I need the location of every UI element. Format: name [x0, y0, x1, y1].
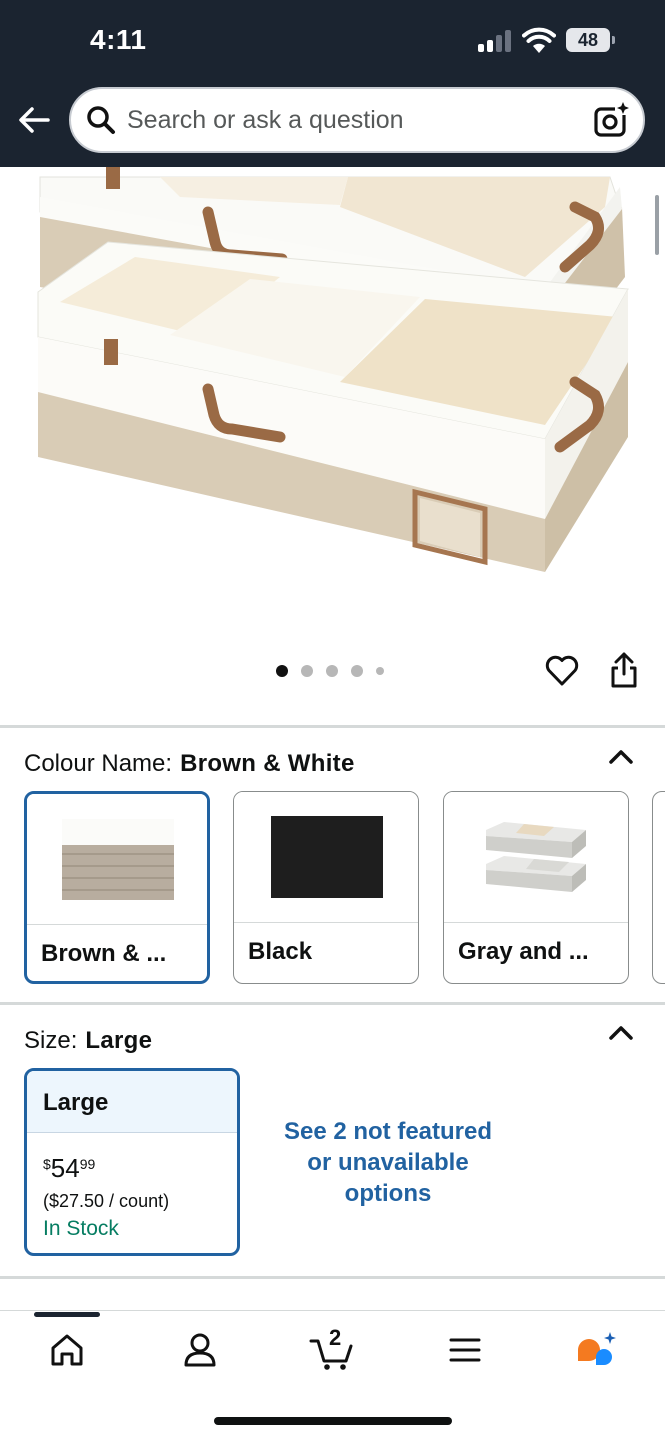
colour-option-label: Brown & ... — [41, 940, 167, 967]
size-heading: Size: Large — [24, 1027, 152, 1055]
active-tab-indicator — [34, 1312, 100, 1317]
colour-option-brown-white[interactable]: Brown & ... — [24, 791, 210, 984]
section-divider — [0, 725, 665, 728]
size-option-name: Large — [27, 1071, 237, 1133]
home-indicator — [214, 1417, 452, 1425]
colour-option-black[interactable]: Black — [233, 791, 419, 984]
cart-count-badge: 2 — [329, 1325, 342, 1350]
top-bar: 4:11 48 — [0, 0, 665, 167]
carousel-dot[interactable] — [326, 665, 338, 677]
colour-option-label: Black — [248, 938, 313, 965]
brown-white-thumbnail — [27, 794, 207, 924]
camera-search-icon[interactable] — [593, 101, 631, 139]
gray-thumbnail — [444, 792, 628, 922]
colour-option-label: Gray and ... — [458, 938, 589, 965]
search-bar[interactable] — [69, 87, 645, 153]
carousel-dot[interactable] — [376, 667, 384, 675]
home-icon[interactable] — [45, 1328, 89, 1372]
carousel-dot[interactable] — [276, 665, 288, 677]
cart-button[interactable]: 2 — [308, 1325, 358, 1372]
share-icon[interactable] — [606, 650, 642, 690]
black-thumbnail — [234, 792, 418, 922]
rufus-ai-icon[interactable] — [574, 1328, 618, 1372]
see-unavailable-options-link[interactable]: See 2 not featured or unavailable options — [268, 1116, 508, 1209]
section-divider — [0, 1002, 665, 1005]
product-image[interactable] — [0, 167, 665, 637]
colour-heading: Colour Name: Brown & White — [24, 750, 355, 778]
unit-price: ($27.50 / count) — [43, 1191, 170, 1211]
carousel-dot[interactable] — [301, 665, 313, 677]
image-carousel-dots[interactable] — [276, 664, 397, 678]
colour-selected-value: Brown & White — [180, 750, 355, 777]
size-label: Size: — [24, 1027, 78, 1054]
menu-icon[interactable] — [443, 1328, 487, 1372]
wifi-icon — [522, 27, 556, 53]
availability-status: In Stock — [43, 1217, 119, 1240]
section-divider — [0, 1276, 665, 1279]
size-selected-value: Large — [85, 1027, 153, 1054]
battery-icon: 48 — [566, 28, 615, 52]
size-option-large[interactable]: Large $5499 ($27.50 / count) In Stock — [24, 1068, 240, 1256]
search-icon — [87, 106, 115, 134]
colour-label: Colour Name: — [24, 750, 173, 777]
heart-icon[interactable] — [544, 652, 580, 688]
colour-option-gray[interactable]: Gray and ... — [443, 791, 629, 984]
price: $5499 — [43, 1153, 96, 1183]
cell-signal-icon — [478, 28, 514, 52]
back-arrow-icon[interactable] — [14, 100, 54, 140]
status-time: 4:11 — [90, 24, 147, 55]
scroll-indicator — [655, 195, 659, 255]
chevron-up-icon[interactable] — [606, 746, 636, 768]
colour-option-more[interactable] — [652, 791, 665, 984]
account-icon[interactable] — [178, 1328, 222, 1372]
search-input[interactable] — [127, 89, 567, 151]
chevron-up-icon[interactable] — [606, 1022, 636, 1044]
carousel-dot[interactable] — [351, 665, 363, 677]
storage-bag-illustration — [37, 167, 629, 572]
